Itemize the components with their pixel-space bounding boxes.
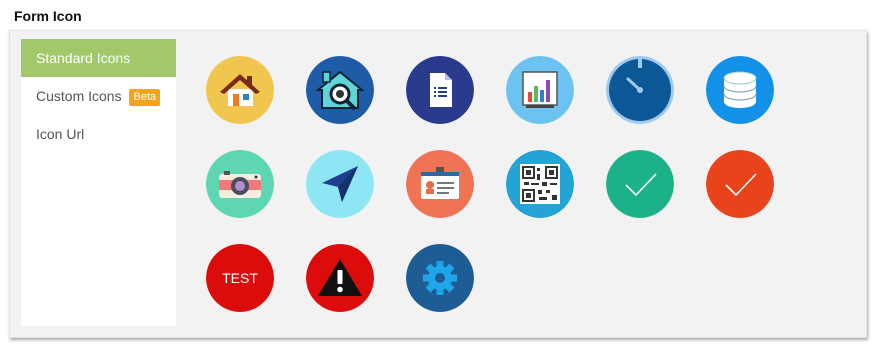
test-icon[interactable]: TEST bbox=[206, 244, 274, 312]
sidebar-item-icon-url[interactable]: Icon Url bbox=[21, 115, 176, 153]
test-icon-label: TEST bbox=[222, 270, 258, 286]
database-icon[interactable] bbox=[706, 56, 774, 124]
warning-icon[interactable] bbox=[306, 244, 374, 312]
house-inspection-icon[interactable] bbox=[306, 56, 374, 124]
sidebar-item-standard-icons[interactable]: Standard Icons bbox=[21, 39, 176, 77]
document-list-icon[interactable] bbox=[406, 56, 474, 124]
timer-icon[interactable] bbox=[606, 56, 674, 124]
gear-icon[interactable] bbox=[406, 244, 474, 312]
form-icon-panel: Standard Icons Custom Icons Beta Icon Ur… bbox=[9, 30, 867, 338]
id-card-icon[interactable] bbox=[406, 150, 474, 218]
sidebar-item-label: Standard Icons bbox=[36, 50, 131, 66]
bar-chart-icon[interactable] bbox=[506, 56, 574, 124]
home-icon[interactable] bbox=[206, 56, 274, 124]
sidebar-item-label: Custom Icons bbox=[36, 88, 122, 104]
page-title: Form Icon bbox=[14, 8, 82, 24]
sidebar: Standard Icons Custom Icons Beta Icon Ur… bbox=[21, 39, 176, 326]
beta-badge: Beta bbox=[129, 89, 161, 106]
sidebar-item-custom-icons[interactable]: Custom Icons Beta bbox=[21, 77, 176, 115]
navigation-arrow-icon[interactable] bbox=[306, 150, 374, 218]
sidebar-item-label: Icon Url bbox=[36, 126, 85, 142]
camera-icon[interactable] bbox=[206, 150, 274, 218]
qr-code-icon[interactable] bbox=[506, 150, 574, 218]
check-orange-icon[interactable] bbox=[706, 150, 774, 218]
check-green-icon[interactable] bbox=[606, 150, 674, 218]
